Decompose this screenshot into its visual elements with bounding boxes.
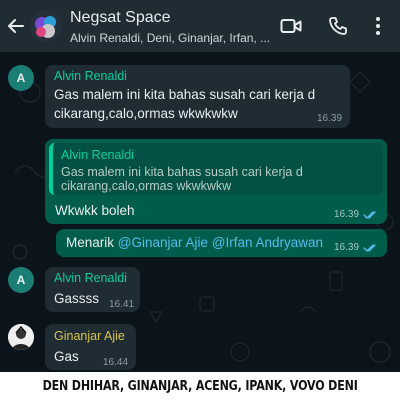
video-call-icon[interactable] <box>280 16 302 36</box>
quoted-message[interactable]: Alvin Renaldi Gas malem ini kita bahas s… <box>49 143 383 195</box>
sender-avatar[interactable]: A <box>8 65 34 91</box>
quoted-sender: Alvin Renaldi <box>61 148 134 162</box>
group-avatar[interactable] <box>30 10 62 42</box>
sender-name[interactable]: Alvin Renaldi <box>54 69 127 83</box>
message-time: 16.39 <box>334 209 360 220</box>
sender-avatar-photo[interactable] <box>8 324 34 350</box>
message-time: 16.41 <box>109 299 135 310</box>
group-avatar-image <box>30 10 62 42</box>
back-arrow-icon[interactable] <box>6 16 26 36</box>
sender-avatar[interactable]: A <box>8 267 34 293</box>
sender-name[interactable]: Ginanjar Ajie <box>54 329 125 343</box>
chat-area[interactable]: A Alvin Renaldi Gas malem ini kita bahas… <box>0 52 400 372</box>
message-text-prefix: Menarik <box>66 235 118 250</box>
message-time: 16.39 <box>317 113 343 124</box>
message-text-line2: cikarang,calo,ormas wkwkwkw <box>54 106 238 121</box>
message-text: Wkwkk boleh <box>55 203 135 218</box>
avatar-image <box>8 324 34 350</box>
message-text: Gas <box>54 349 79 364</box>
message-text: Menarik @Ginanjar Ajie @Irfan Andryawan <box>66 233 323 252</box>
phone-call-icon[interactable] <box>328 16 348 36</box>
message-bubble[interactable]: Ginanjar Ajie Gas 16.44 <box>45 324 136 370</box>
double-check-icon <box>363 211 376 219</box>
outgoing-message-bubble[interactable]: Alvin Renaldi Gas malem ini kita bahas s… <box>45 139 387 224</box>
double-check-icon <box>363 244 376 252</box>
message-bubble[interactable]: Alvin Renaldi Gassss 16.41 <box>45 267 140 312</box>
caption-bar: DEN DHIHAR, GINANJAR, ACENG, IPANK, VOVO… <box>0 372 400 400</box>
more-vertical-icon[interactable] <box>368 15 388 37</box>
quoted-text-line2: cikarang,calo,ormas wkwkwkw <box>61 179 232 193</box>
chat-header: Negsat Space Alvin Renaldi, Deni, Ginanj… <box>0 0 400 52</box>
outgoing-message-bubble[interactable]: Menarik @Ginanjar Ajie @Irfan Andryawan … <box>56 229 387 257</box>
caption-text: DEN DHIHAR, GINANJAR, ACENG, IPANK, VOVO… <box>42 378 358 394</box>
sender-name[interactable]: Alvin Renaldi <box>54 271 127 285</box>
message-bubble[interactable]: Alvin Renaldi Gas malem ini kita bahas s… <box>45 65 350 128</box>
message-time: 16.44 <box>103 357 129 368</box>
message-time: 16.39 <box>334 242 360 253</box>
group-title[interactable]: Negsat Space <box>70 9 171 27</box>
message-text: Gassss <box>54 291 100 306</box>
mention-irfan[interactable]: @Irfan Andryawan <box>212 235 323 250</box>
message-text: Gas malem ini kita bahas susah cari kerj… <box>54 87 316 102</box>
group-members[interactable]: Alvin Renaldi, Deni, Ginanjar, Irfan, ..… <box>70 31 275 45</box>
mention-ginanjar[interactable]: @Ginanjar Ajie <box>118 235 208 250</box>
